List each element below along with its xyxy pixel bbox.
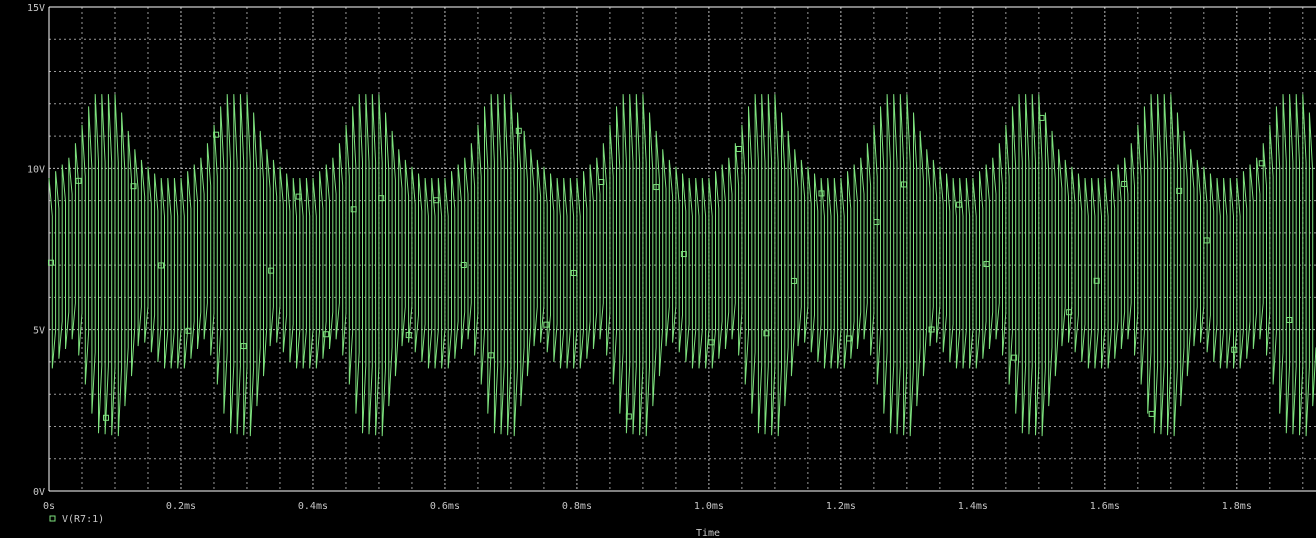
legend-series-label: V(R7:1)	[62, 514, 104, 525]
x-tick-label: 0.8ms	[562, 501, 592, 512]
x-tick-label: 0.6ms	[430, 501, 460, 512]
x-tick-label: 1.6ms	[1090, 501, 1120, 512]
x-tick-label: 1.8ms	[1222, 501, 1252, 512]
x-tick-label: 0s	[43, 501, 55, 512]
x-tick-label: 1.0ms	[694, 501, 724, 512]
y-tick-label: 0V	[33, 487, 45, 498]
x-tick-label: 0.4ms	[298, 501, 328, 512]
y-tick-label: 15V	[27, 3, 45, 14]
x-tick-label: 0.2ms	[166, 501, 196, 512]
waveform-plot: 0V 5V 10V 15V 0s 0.2ms 0.4ms 0.6ms 0.8ms 1.0ms 1.2…	[0, 0, 1316, 538]
y-tick-label: 5V	[33, 326, 45, 337]
x-tick-label: 1.4ms	[958, 501, 988, 512]
x-axis-label: Time	[696, 528, 720, 538]
y-tick-label: 10V	[27, 164, 45, 175]
x-tick-label: 1.2ms	[826, 501, 856, 512]
